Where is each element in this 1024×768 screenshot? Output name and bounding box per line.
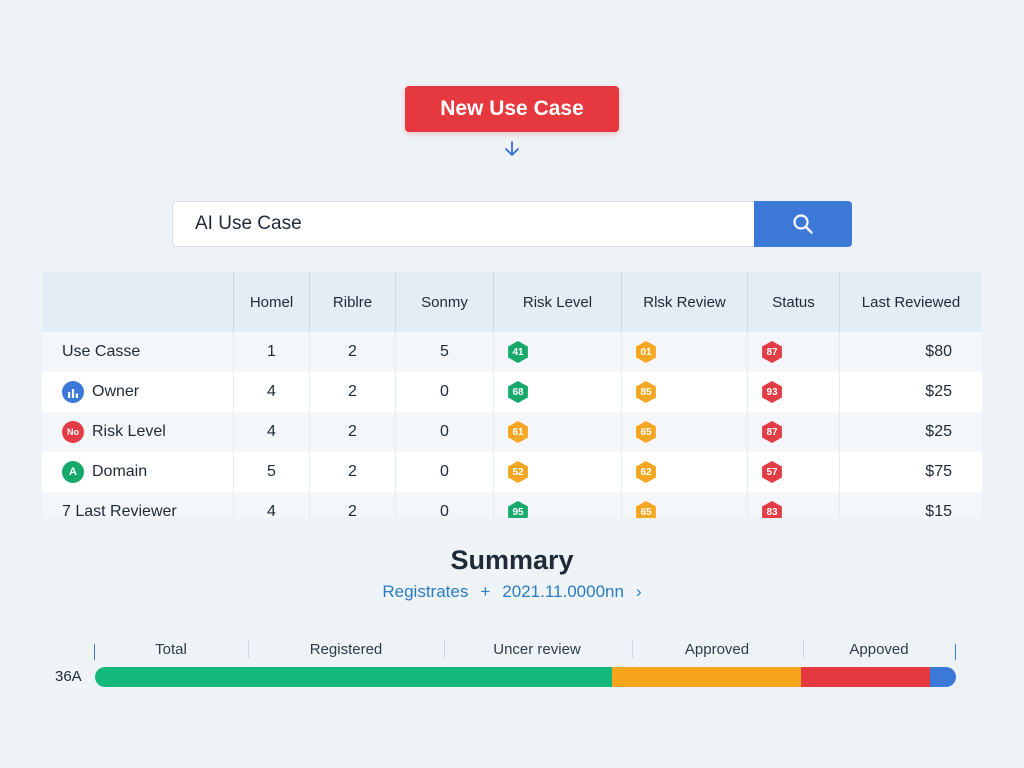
status-cell: 93	[747, 372, 839, 412]
cell: 5	[233, 452, 309, 492]
cell: 2	[309, 452, 395, 492]
table-row[interactable]: 7 Last Reviewer 4 2 0 95 65 83 $15	[42, 492, 982, 518]
status-badge: 57	[762, 461, 782, 483]
last-reviewed-cell: $75	[839, 452, 982, 492]
cell: 0	[395, 492, 493, 518]
risk-review-cell: 65	[621, 412, 747, 452]
progress-labels: Total Registered Uncer review Approved A…	[94, 636, 956, 662]
row-label: No Risk Level	[42, 412, 233, 452]
table-row[interactable]: No Risk Level 4 2 0 61 65 87 $25	[42, 412, 982, 452]
status-badge: 87	[762, 421, 782, 443]
progress-segment-green	[95, 667, 612, 687]
row-label: A Domain	[42, 452, 233, 492]
progress-segment-orange	[611, 667, 801, 687]
row-label: Owner	[42, 372, 233, 412]
review-badge: 65	[636, 421, 656, 443]
status-badge: 87	[762, 341, 782, 363]
table-body: Use Casse 1 2 5 41 01 87 $80 Owner 4 2 0…	[42, 332, 982, 518]
search-icon	[793, 214, 813, 234]
search-bar	[172, 201, 852, 247]
column-header[interactable]: Homel	[233, 272, 309, 332]
status-cell: 87	[747, 332, 839, 372]
chevron-right-icon: ›	[635, 582, 642, 601]
review-badge: 62	[636, 461, 656, 483]
column-header[interactable]: Status	[747, 272, 839, 332]
arrow-down-icon	[505, 141, 519, 156]
status-badge: 93	[762, 381, 782, 403]
cell: 5	[395, 332, 493, 372]
status-cell: 57	[747, 452, 839, 492]
risk-review-cell: 85	[621, 372, 747, 412]
column-header[interactable]: Rlsk Review	[621, 272, 747, 332]
table-row[interactable]: Owner 4 2 0 68 85 93 $25	[42, 372, 982, 412]
risk-level-cell: 52	[493, 452, 621, 492]
table-row[interactable]: Use Casse 1 2 5 41 01 87 $80	[42, 332, 982, 372]
last-reviewed-cell: $15	[839, 492, 982, 518]
cell: 2	[309, 332, 395, 372]
status-cell: 83	[747, 492, 839, 518]
summary-separator: +	[480, 582, 491, 601]
risk-badge: 95	[508, 501, 528, 518]
search-input[interactable]	[172, 201, 754, 247]
table-row[interactable]: A Domain 5 2 0 52 62 57 $75	[42, 452, 982, 492]
new-use-case-button[interactable]: New Use Case	[405, 86, 619, 132]
column-header[interactable]: Last Reviewed	[839, 272, 982, 332]
cell: 4	[233, 372, 309, 412]
last-reviewed-cell: $25	[839, 372, 982, 412]
search-button[interactable]	[754, 201, 852, 247]
cell: 0	[395, 452, 493, 492]
risk-review-cell: 65	[621, 492, 747, 518]
cell: 2	[309, 412, 395, 452]
risk-badge: 68	[508, 381, 528, 403]
risk-review-cell: 62	[621, 452, 747, 492]
column-header[interactable]: Riblre	[309, 272, 395, 332]
cell: 4	[233, 412, 309, 452]
cell: 1	[233, 332, 309, 372]
risk-level-cell: 41	[493, 332, 621, 372]
cell: 0	[395, 412, 493, 452]
tick-end	[955, 644, 956, 660]
review-badge: 01	[636, 341, 656, 363]
cell: 2	[309, 372, 395, 412]
label-approved: Approved	[684, 640, 750, 658]
risk-badge: 52	[508, 461, 528, 483]
risk-level-cell: 68	[493, 372, 621, 412]
summary-sub-right: 2021.11.0000nn	[502, 582, 624, 601]
last-reviewed-cell: $80	[839, 332, 982, 372]
last-reviewed-cell: $25	[839, 412, 982, 452]
cell: 0	[395, 372, 493, 412]
status-cell: 87	[747, 412, 839, 452]
label-under-review: Uncer review	[493, 640, 581, 658]
use-case-table: Homel Riblre Sonmy Risk Level Rlsk Revie…	[42, 272, 982, 518]
status-badge: 83	[762, 501, 782, 518]
risk-badge: 41	[508, 341, 528, 363]
progress-segment-blue	[930, 667, 956, 687]
risk-level-cell: 61	[493, 412, 621, 452]
summary-sub-left: Registrates	[382, 582, 469, 601]
cell: 2	[309, 492, 395, 518]
progress-axis-label: 36A	[55, 668, 82, 685]
progress-bar	[95, 667, 956, 687]
review-badge: 85	[636, 381, 656, 403]
summary-subtitle[interactable]: Registrates +2021.11.0000nn ›	[0, 582, 1024, 602]
a-icon: A	[62, 461, 84, 483]
cell: 4	[233, 492, 309, 518]
summary-title: Summary	[450, 545, 574, 575]
column-header[interactable]: Sonmy	[395, 272, 493, 332]
column-header[interactable]	[42, 272, 233, 332]
column-header[interactable]: Risk Level	[493, 272, 621, 332]
label-approved-2: Appoved	[849, 640, 909, 658]
label-total: Total	[155, 640, 187, 658]
row-label: 7 Last Reviewer	[62, 503, 177, 518]
chart-icon	[62, 381, 84, 403]
no-icon: No	[62, 421, 84, 443]
review-badge: 65	[636, 501, 656, 518]
table-header: Homel Riblre Sonmy Risk Level Rlsk Revie…	[42, 272, 982, 332]
risk-level-cell: 95	[493, 492, 621, 518]
row-label: Use Casse	[62, 343, 141, 360]
progress-segment-red	[801, 667, 931, 687]
label-registered: Registered	[309, 640, 383, 658]
risk-badge: 61	[508, 421, 528, 443]
risk-review-cell: 01	[621, 332, 747, 372]
